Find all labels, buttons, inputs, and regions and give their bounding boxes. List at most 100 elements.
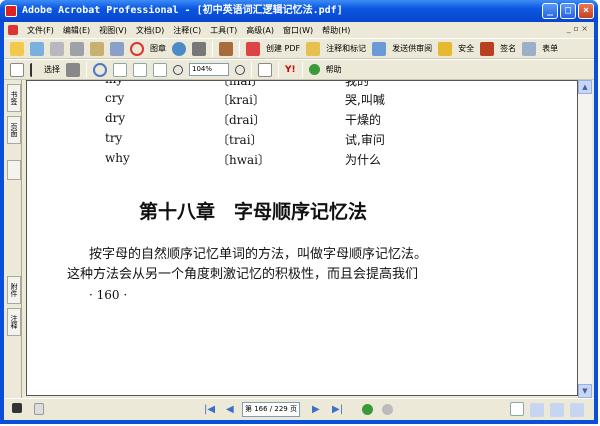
- screen-icon[interactable]: [12, 403, 22, 413]
- zoom-in-icon[interactable]: [235, 64, 245, 75]
- separator: [278, 61, 279, 78]
- zoom-in-tool-icon[interactable]: [93, 62, 107, 77]
- meaning: 哭,叫喊: [345, 93, 385, 107]
- page-number: · 160 ·: [89, 288, 128, 302]
- rotate-view-icon[interactable]: [258, 62, 272, 77]
- stamp-icon[interactable]: [130, 41, 144, 56]
- forms-icon: [522, 41, 537, 56]
- word: try: [105, 131, 123, 145]
- minimize-button[interactable]: _: [542, 3, 558, 19]
- word: dry: [105, 111, 126, 125]
- menu-help[interactable]: 帮助(H): [322, 25, 350, 36]
- upload-icon[interactable]: [219, 41, 233, 56]
- single-page-icon[interactable]: [510, 402, 524, 416]
- separator: [301, 61, 303, 78]
- scroll-up-arrow[interactable]: ▲: [578, 80, 592, 94]
- attach-icon[interactable]: [110, 41, 124, 56]
- forms-button[interactable]: 表单: [542, 43, 558, 54]
- print-icon[interactable]: [70, 41, 84, 56]
- phonetic: 〔mai〕: [217, 80, 264, 88]
- hand-tool-icon[interactable]: [10, 62, 24, 77]
- review-icon: [372, 41, 387, 56]
- actual-size-icon[interactable]: [113, 62, 127, 77]
- pages-tab[interactable]: 页面: [7, 116, 21, 144]
- organizer-icon[interactable]: [30, 41, 44, 56]
- title-bar: Adobe Acrobat Professional - [初中英语词汇逻辑记忆…: [0, 0, 598, 22]
- blank-tab[interactable]: [7, 160, 21, 180]
- word: why: [105, 151, 130, 165]
- phonetic: 〔hwai〕: [217, 153, 270, 167]
- help-icon: [308, 64, 320, 75]
- word: cry: [105, 91, 125, 105]
- pdf-page: my 〔mai〕 我的 cry 〔krai〕 哭,叫喊 dry 〔drai〕 干…: [26, 80, 578, 396]
- go-back-icon[interactable]: [362, 404, 373, 415]
- snapshot-icon[interactable]: [66, 62, 80, 77]
- comment-markup-button[interactable]: 注释和标记: [326, 43, 366, 54]
- menu-tools[interactable]: 工具(T): [210, 25, 237, 36]
- create-pdf-button[interactable]: 创建 PDF: [266, 43, 300, 54]
- open-icon[interactable]: [10, 41, 24, 56]
- menu-edit[interactable]: 编辑(E): [63, 25, 90, 36]
- select-tool-button[interactable]: 选择: [44, 64, 60, 75]
- zoom-out-icon[interactable]: [173, 64, 183, 75]
- document-window-controls[interactable]: _ ▫ ×: [567, 24, 588, 33]
- tasks-icon[interactable]: [90, 41, 104, 56]
- phonetic: 〔krai〕: [217, 93, 266, 107]
- pen-icon: [480, 41, 495, 56]
- attachments-tab[interactable]: 附件: [7, 276, 21, 304]
- acrobat-app-icon: [5, 5, 17, 17]
- continuous-facing-icon[interactable]: [550, 403, 564, 417]
- menu-advanced[interactable]: 高级(A): [246, 25, 274, 36]
- word: my: [105, 81, 123, 86]
- send-review-button[interactable]: 发送供审阅: [392, 43, 432, 54]
- meaning: 我的: [345, 80, 370, 88]
- lock-icon: [438, 41, 453, 56]
- email-icon[interactable]: [172, 41, 186, 56]
- paragraph-line: 按字母的自然顺序记忆单词的方法，叫做字母顺序记忆法。: [89, 247, 428, 262]
- yahoo-icon[interactable]: Y!: [285, 65, 296, 75]
- menu-document[interactable]: 文档(D): [136, 25, 164, 36]
- comments-tab[interactable]: 注释: [7, 308, 21, 336]
- menu-file[interactable]: 文件(F): [27, 25, 54, 36]
- security-button[interactable]: 安全: [458, 43, 474, 54]
- fit-width-icon[interactable]: [153, 62, 167, 77]
- save-icon[interactable]: [50, 41, 64, 56]
- fit-page-icon[interactable]: [133, 62, 147, 77]
- vertical-scrollbar[interactable]: ▲ ▼: [578, 80, 592, 398]
- stamp-button[interactable]: 图章: [150, 43, 166, 54]
- separator: [239, 40, 240, 57]
- next-page-button[interactable]: ▶: [312, 404, 320, 415]
- menu-window[interactable]: 窗口(W): [283, 25, 313, 36]
- zoom-level-input[interactable]: 104%: [189, 63, 229, 76]
- help-button[interactable]: 帮助: [326, 64, 342, 75]
- scroll-down-arrow[interactable]: ▼: [578, 384, 592, 398]
- page-number-input[interactable]: 第 166 / 229 页: [242, 402, 300, 417]
- facing-icon[interactable]: [570, 403, 584, 417]
- comment-icon: [306, 41, 321, 56]
- sign-button[interactable]: 签名: [500, 43, 516, 54]
- separator: [251, 61, 252, 78]
- menu-comments[interactable]: 注释(C): [173, 25, 201, 36]
- bookmarks-tab[interactable]: 书签: [7, 84, 21, 112]
- maximize-button[interactable]: □: [560, 3, 576, 19]
- first-page-button[interactable]: |◀: [204, 404, 215, 415]
- close-button[interactable]: ×: [578, 3, 594, 19]
- search-binoculars-icon[interactable]: [192, 41, 206, 56]
- last-page-button[interactable]: ▶|: [332, 404, 343, 415]
- continuous-icon[interactable]: [530, 403, 544, 417]
- page-options-icon[interactable]: [34, 403, 44, 415]
- previous-page-button[interactable]: ◀: [226, 404, 234, 415]
- meaning: 为什么: [345, 153, 382, 167]
- client-area: 文件(F) 编辑(E) 视图(V) 文档(D) 注释(C) 工具(T) 高级(A…: [4, 22, 594, 420]
- menu-view[interactable]: 视图(V): [99, 25, 127, 36]
- menu-bar: 文件(F) 编辑(E) 视图(V) 文档(D) 注释(C) 工具(T) 高级(A…: [4, 22, 594, 38]
- go-forward-icon[interactable]: [382, 404, 393, 415]
- toolbar-main: 图章 创建 PDF 注释和标记 发送供审阅 安全 签名 表单: [4, 38, 594, 59]
- window-title: Adobe Acrobat Professional - [初中英语词汇逻辑记忆…: [22, 5, 343, 16]
- separator: [86, 61, 87, 78]
- phonetic: 〔trai〕: [217, 133, 263, 147]
- acrobat-window: Adobe Acrobat Professional - [初中英语词汇逻辑记忆…: [0, 0, 598, 424]
- create-pdf-icon: [246, 41, 260, 56]
- navigation-panel: 书签 页面 附件 注释: [4, 80, 22, 398]
- pdf-doc-icon: [8, 25, 18, 35]
